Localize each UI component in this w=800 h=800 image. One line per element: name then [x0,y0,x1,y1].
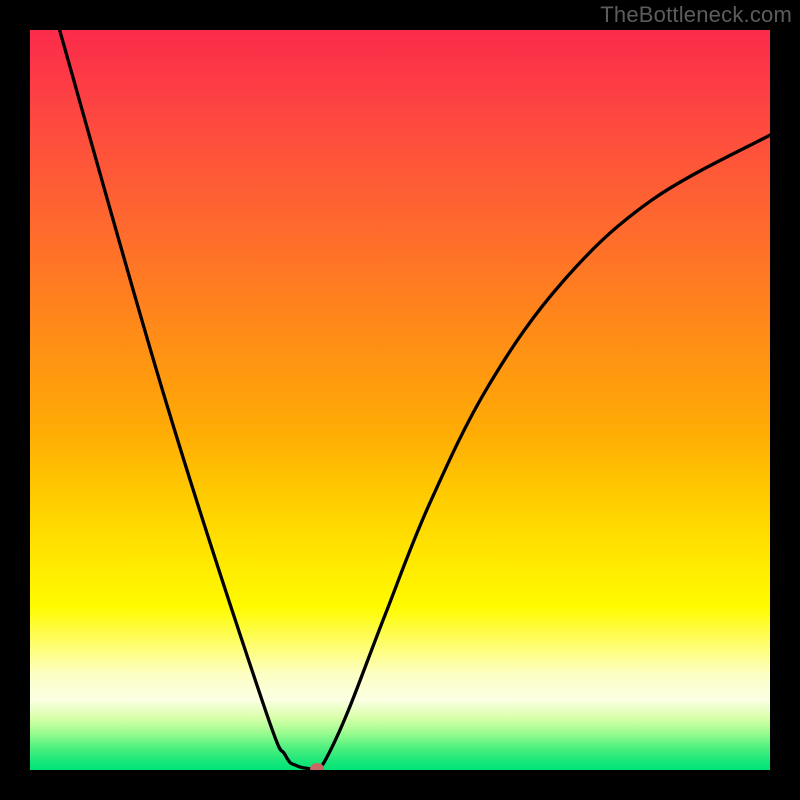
plot-area [30,30,770,770]
bottleneck-curve [60,30,770,770]
watermark-text: TheBottleneck.com [600,2,792,28]
curve-svg [30,30,770,770]
chart-frame: TheBottleneck.com [0,0,800,800]
